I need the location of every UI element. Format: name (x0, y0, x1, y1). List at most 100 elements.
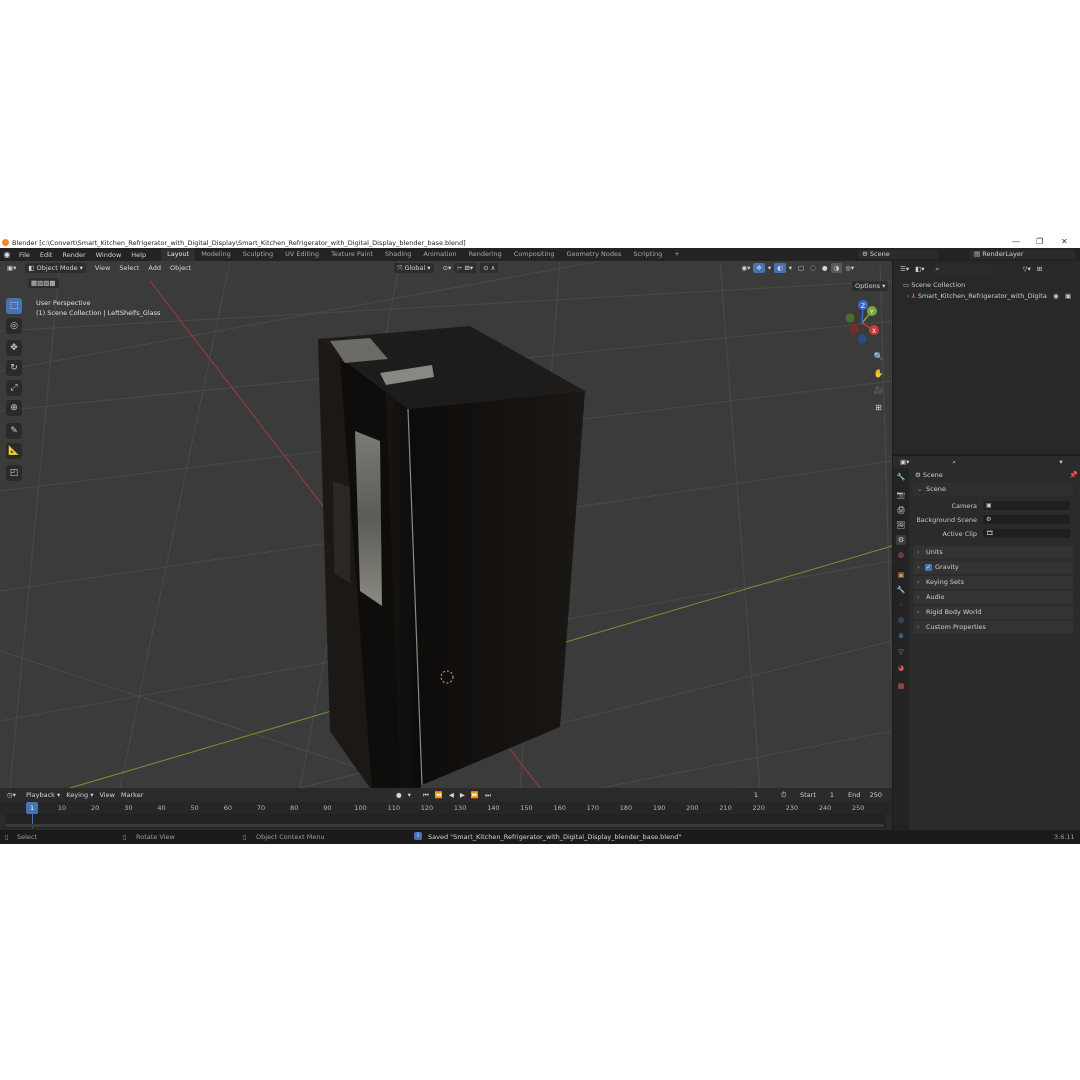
maximize-button[interactable]: ❐ (1036, 237, 1043, 246)
refrigerator-model[interactable] (318, 326, 585, 788)
constraints-tab-icon[interactable]: ⊗ (896, 631, 906, 641)
menu-view[interactable]: View (92, 263, 113, 273)
outliner-editor-icon[interactable]: ☰▾ (897, 264, 912, 274)
shading-solid-icon[interactable]: ● (819, 263, 831, 273)
xray-icon[interactable]: ▢ (795, 263, 807, 273)
material-tab-icon[interactable]: ◕ (896, 663, 906, 673)
camera-view-icon[interactable]: 🎥 (872, 384, 885, 397)
select-box-tool-icon[interactable]: ⬚ (6, 298, 22, 314)
cursor-tool-icon[interactable]: ◎ (6, 318, 22, 334)
timeline-scrollbar[interactable] (6, 824, 884, 827)
pin-icon[interactable]: 📌 (1069, 471, 1078, 479)
gravity-checkbox[interactable]: ✓ (925, 564, 932, 571)
properties-options-icon[interactable]: ▾ (1056, 457, 1065, 467)
move-tool-icon[interactable]: ✥ (6, 340, 22, 356)
gravity-panel[interactable]: › ✓ Gravity (913, 561, 1073, 574)
outliner-search-input[interactable]: ⌕ (931, 264, 992, 274)
particles-tab-icon[interactable]: ⁘ (896, 600, 906, 610)
properties-search-input[interactable]: ⌕ (948, 457, 1011, 467)
scene-selector[interactable]: ⚙ Scene (858, 250, 938, 259)
menu-help[interactable]: Help (126, 251, 151, 259)
menu-timeline-view[interactable]: View (96, 790, 117, 800)
menu-file[interactable]: File (14, 251, 35, 259)
tab-compositing[interactable]: Compositing (508, 248, 561, 261)
units-panel[interactable]: › Units (913, 546, 1073, 559)
menu-select[interactable]: Select (116, 263, 142, 273)
custom-properties-panel[interactable]: › Custom Properties (913, 621, 1073, 634)
add-workspace-button[interactable]: + (668, 248, 685, 261)
menu-keying[interactable]: Keying ▾ (63, 790, 96, 800)
transform-orientation-selector[interactable]: ⤧ Global ▾ (394, 263, 434, 273)
stopwatch-icon[interactable]: ⏱ (781, 791, 786, 800)
gizmo-dropdown-icon[interactable]: ▾ (765, 263, 774, 273)
status-message[interactable]: Saved "Smart_Kitchen_Refrigerator_with_D… (428, 833, 681, 841)
annotate-tool-icon[interactable]: ✎ (6, 423, 22, 439)
background-scene-field[interactable]: ⚙ (983, 515, 1070, 524)
rigid-body-world-panel[interactable]: › Rigid Body World (913, 606, 1073, 619)
jump-start-button[interactable]: ⏮ (420, 790, 432, 800)
output-tab-icon[interactable]: 🖨 (896, 505, 906, 515)
shading-material-icon[interactable]: ◑ (830, 263, 843, 273)
menu-edit[interactable]: Edit (35, 251, 58, 259)
keying-sets-panel[interactable]: › Keying Sets (913, 576, 1073, 589)
visibility-eye-icon[interactable]: ◉ (1053, 292, 1059, 300)
timeline-editor-icon[interactable]: ◷▾ (4, 790, 19, 800)
tool-tab-icon[interactable]: 🔧 (896, 472, 906, 482)
shading-wireframe-icon[interactable]: ◌ (807, 263, 819, 273)
menu-add[interactable]: Add (145, 263, 164, 273)
tab-uv-editing[interactable]: UV Editing (279, 248, 325, 261)
modifier-tab-icon[interactable]: 🔧 (896, 585, 906, 595)
next-keyframe-button[interactable]: ⏩ (468, 790, 482, 800)
zoom-view-icon[interactable]: 🔍 (872, 350, 885, 363)
visibility-icon[interactable]: ◉▾ (738, 263, 753, 273)
tab-geometry-nodes[interactable]: Geometry Nodes (561, 248, 628, 261)
record-button[interactable]: ● (393, 790, 405, 800)
texture-tab-icon[interactable]: ▦ (896, 681, 906, 691)
menu-object[interactable]: Object (167, 263, 194, 273)
outliner-display-mode-icon[interactable]: ◧▾ (912, 264, 927, 274)
camera-restrict-icon[interactable]: ▣ (1065, 292, 1071, 300)
outliner-row-object[interactable]: › ⅄ Smart_Kitchen_Refrigerator_with_Digi… (907, 292, 1077, 300)
3d-viewport[interactable]: ▣▾ ◧ Object Mode ▾ View Select Add Objec… (0, 261, 892, 788)
rotate-tool-icon[interactable]: ↻ (6, 360, 22, 376)
tab-rendering[interactable]: Rendering (463, 248, 508, 261)
tab-modeling[interactable]: Modeling (195, 248, 237, 261)
options-button[interactable]: Options ▾ (852, 281, 889, 291)
mode-selector[interactable]: ◧ Object Mode ▾ (25, 263, 86, 273)
pan-view-icon[interactable]: ✋ (872, 367, 885, 380)
proportional-edit-icon[interactable]: ⊙ ∧ (480, 263, 499, 273)
navigation-gizmo[interactable]: X Y Z (836, 297, 886, 347)
tab-texture-paint[interactable]: Texture Paint (325, 248, 379, 261)
timeline-track[interactable] (6, 814, 886, 828)
keyframe-dropdown-icon[interactable]: ▾ (405, 790, 414, 800)
ortho-toggle-icon[interactable]: ⊞ (872, 401, 885, 414)
close-button[interactable]: ✕ (1061, 237, 1068, 246)
view-layer-tab-icon[interactable]: 🖼 (896, 520, 906, 530)
play-reverse-button[interactable]: ◀ (446, 790, 457, 800)
play-button[interactable]: ▶ (457, 790, 468, 800)
tab-shading[interactable]: Shading (379, 248, 417, 261)
menu-marker[interactable]: Marker (118, 790, 146, 800)
minimize-button[interactable]: — (1012, 237, 1020, 246)
editor-type-icon[interactable]: ▣▾ (4, 263, 19, 273)
menu-render[interactable]: Render (57, 251, 90, 259)
render-tab-icon[interactable]: 📷 (896, 490, 906, 500)
physics-tab-icon[interactable]: ◎ (896, 615, 906, 625)
new-collection-icon[interactable]: ⊞ (1034, 264, 1045, 274)
pivot-icon[interactable]: ⊙▾ (440, 263, 455, 273)
transform-tool-icon[interactable]: ⊕ (6, 400, 22, 416)
menu-playback[interactable]: Playback ▾ (23, 790, 63, 800)
tab-layout[interactable]: Layout (161, 248, 196, 261)
selection-mode-icons[interactable]: ▦▧▨▩ (28, 278, 59, 288)
blender-menu-icon[interactable]: ◉ (0, 250, 14, 259)
scale-tool-icon[interactable]: ⤢ (6, 380, 22, 396)
jump-end-button[interactable]: ⏭ (482, 790, 494, 800)
properties-editor-icon[interactable]: ▣▾ (897, 457, 912, 467)
data-tab-icon[interactable]: ▽ (896, 647, 906, 657)
measure-tool-icon[interactable]: 📐 (6, 443, 22, 459)
scene-tab-icon[interactable]: ⚙ (896, 535, 906, 545)
shading-rendered-icon[interactable]: ◎▾ (842, 263, 857, 273)
start-frame-field[interactable]: Start 1 (792, 791, 838, 800)
overlay-toggle-icon[interactable]: ◐ (774, 263, 786, 273)
audio-panel[interactable]: › Audio (913, 591, 1073, 604)
